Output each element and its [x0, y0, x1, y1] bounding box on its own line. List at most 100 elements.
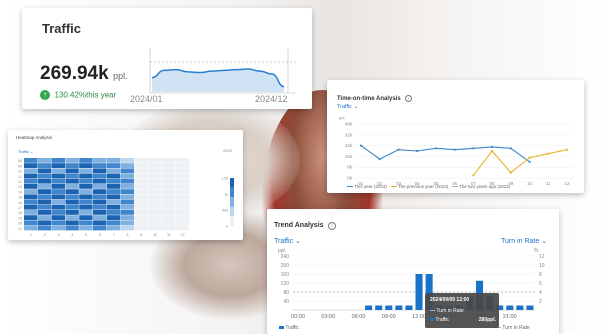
- traffic-x-end: 2024/12: [255, 94, 288, 104]
- heatmap-cell: [148, 225, 162, 231]
- heatmap-grid: 08091011121314151617181920211 2 3 4 5 6 7 8 9 10 1…: [18, 158, 234, 236]
- trend-header: Trend Analysis i: [274, 214, 336, 232]
- heatmap-cell: [24, 199, 38, 205]
- tot-point: [434, 147, 438, 150]
- heatmap-scale-segment: [230, 187, 234, 198]
- heatmap-cell: [175, 215, 190, 220]
- heatmap-cell: [162, 163, 176, 168]
- trend-bar: [385, 305, 393, 310]
- heatmap-cell: [65, 158, 79, 163]
- trend-y-right-tick: 8: [539, 272, 542, 278]
- tot-chart: 40k32k24k16k8k0k01 02 03 04 05 06 07 08 09 10 11 12: [345, 122, 573, 186]
- heatmap-row-label: 11: [18, 175, 22, 179]
- heatmap-cell: [120, 173, 134, 179]
- heatmap-cell: [93, 194, 107, 200]
- heatmap-cell: [37, 204, 52, 210]
- heatmap-cell: [175, 220, 190, 226]
- tooltip-traffic-label: Traffic: [435, 317, 449, 323]
- heatmap-cell: [24, 168, 38, 174]
- heatmap-cell: [79, 189, 93, 194]
- heatmap-cell: [106, 178, 121, 184]
- heatmap-cell: [134, 225, 148, 231]
- heatmap-cell: [106, 163, 121, 168]
- legend-swatch-two-years: [451, 186, 458, 188]
- heatmap-row-label: 14: [18, 190, 22, 194]
- heatmap-cell: [79, 199, 93, 205]
- heatmap-cell: [175, 158, 190, 163]
- heatmap-cell: [37, 210, 52, 215]
- tot-header: Time-on-time Analysis i: [337, 87, 413, 105]
- info-icon[interactable]: i: [405, 95, 413, 102]
- heatmap-cell: [106, 199, 121, 205]
- tot-metric-select[interactable]: Traffic ⌄: [337, 104, 358, 110]
- trend-x-tick: 12:00: [412, 314, 426, 320]
- heatmap-cell: [37, 158, 52, 163]
- heatmap-row-label: 21: [18, 227, 22, 231]
- heatmap-cell: [51, 210, 65, 215]
- heatmap-col-label: 1: [30, 233, 32, 236]
- heatmap-row-label: 08: [18, 159, 22, 163]
- heatmap-cell: [51, 163, 65, 168]
- heatmap-cell: [79, 163, 93, 168]
- heatmap-cell: [148, 199, 162, 205]
- heatmap-cell: [93, 178, 107, 184]
- heatmap-cell: [37, 215, 52, 220]
- heatmap-cell: [148, 215, 162, 220]
- heatmap-cell: [175, 204, 190, 210]
- trend-right-select[interactable]: Turn in Rate ⌄: [501, 237, 547, 245]
- heatmap-cell: [79, 194, 93, 200]
- heatmap-col-label: 5: [85, 233, 87, 236]
- heatmap-cell: [134, 184, 148, 189]
- heatmap-cell: [24, 204, 38, 210]
- heatmap-cell: [37, 220, 52, 226]
- heatmap-cell: [162, 189, 176, 194]
- heatmap-cell: [120, 184, 134, 189]
- trend-legend-right: Turn in Rate: [495, 325, 530, 331]
- tot-point: [472, 174, 475, 177]
- tot-y-tick: 40k: [345, 122, 353, 127]
- arrow-up-icon: ↑: [40, 89, 50, 100]
- heatmap-cell: [93, 158, 107, 163]
- info-icon[interactable]: i: [328, 222, 336, 230]
- heatmap-scale-label: 1.5k: [222, 177, 229, 181]
- heatmap-cell: [65, 168, 79, 174]
- heatmap-cell: [148, 204, 162, 210]
- heatmap-cell: [65, 225, 79, 231]
- heatmap-cell: [37, 194, 52, 200]
- heatmap-cell: [65, 189, 79, 194]
- heatmap-cell: [37, 168, 52, 174]
- tooltip-traffic-value: 280ppl.: [478, 317, 496, 323]
- heatmap-cell: [106, 173, 121, 179]
- legend-turn-in-rate: Turn in Rate: [502, 325, 530, 331]
- heatmap-cell: [162, 220, 176, 226]
- heatmap-cell: [79, 220, 93, 226]
- traffic-card: Traffic 269.94k ppl. ↑ 130.42%this year …: [22, 8, 312, 109]
- trend-right-metric: Turn in Rate: [501, 238, 540, 245]
- trend-left-select[interactable]: Traffic ⌄: [274, 237, 301, 245]
- heatmap-cell: [175, 194, 190, 200]
- heatmap-cell: [79, 168, 93, 174]
- heatmap-cell: [51, 184, 65, 189]
- heatmap-cell: [134, 158, 148, 163]
- heatmap-cell: [79, 184, 93, 189]
- trend-y-left-tick: 200: [281, 263, 290, 269]
- heatmap-cell: [51, 194, 65, 200]
- heatmap-cell: [120, 163, 134, 168]
- tot-y-tick: 16k: [345, 154, 353, 159]
- heatmap-row-label: 09: [18, 164, 22, 168]
- tot-point: [565, 148, 569, 151]
- heatmap-cell: [134, 204, 148, 210]
- tot-y-tick: 8k: [347, 165, 353, 170]
- heatmap-cell: [162, 158, 176, 163]
- legend-traffic: Traffic: [285, 325, 299, 331]
- growth-row: ↑ 130.42%this year: [40, 86, 116, 104]
- heatmap-row-label: 16: [18, 201, 22, 205]
- heatmap-cell: [148, 168, 162, 174]
- heatmap-cell: [79, 178, 93, 184]
- heatmap-cell: [24, 173, 38, 179]
- tot-point: [378, 158, 381, 161]
- trend-bar: [516, 305, 524, 310]
- heatmap-cell: [79, 204, 93, 210]
- tot-y-tick: 24k: [345, 143, 353, 148]
- trend-y-right-tick: 2: [539, 299, 542, 305]
